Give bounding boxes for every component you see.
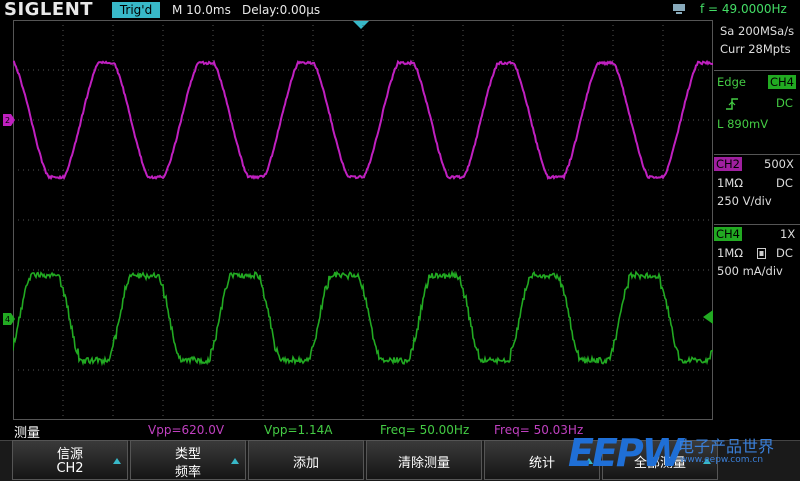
watermark-logo: EEPW (568, 431, 682, 475)
usb-icon (672, 3, 686, 15)
ch2-label: CH2 (714, 157, 742, 171)
clear-measure-button[interactable]: 清除测量 (366, 440, 482, 480)
meas-ch4-vpp: Vpp=1.14A (264, 423, 332, 437)
ch4-offset-marker[interactable]: 4 (3, 313, 15, 325)
ch4-label: CH4 (714, 227, 742, 241)
ch2-offset-marker[interactable]: 2 (3, 114, 15, 126)
up-arrow-icon (113, 458, 121, 464)
ch4-info-box[interactable]: CH4 1X 1MΩ DC 500 mA/div (714, 224, 800, 295)
info-panel: Sa 200MSa/s Curr 28Mpts Edge CH4 DC L 89… (714, 20, 800, 420)
type-button[interactable]: 类型 频率 (130, 440, 246, 480)
trigger-status-badge[interactable]: Trig'd (112, 2, 160, 18)
type-button-value: 频率 (131, 461, 245, 480)
source-button[interactable]: 信源 CH2 (12, 440, 128, 480)
ch2-impedance: 1MΩ (717, 176, 743, 190)
meas-ch2-vpp: Vpp=620.0V (148, 423, 224, 437)
ch2-probe: 500X (764, 157, 794, 171)
ch4-probe: 1X (780, 227, 795, 241)
memory-depth: Curr 28Mpts (720, 42, 791, 56)
watermark-url: www.eepw.com.cn (680, 455, 763, 465)
type-button-label: 类型 (131, 443, 245, 462)
trigger-box[interactable]: Edge CH4 DC L 890mV (714, 70, 800, 157)
timebase-readout[interactable]: M 10.0ms (172, 3, 231, 17)
trigger-level-marker[interactable] (703, 310, 713, 324)
rising-edge-icon (726, 98, 738, 110)
brand-logo: SIGLENT (4, 0, 93, 20)
current-probe-icon (757, 248, 766, 259)
measure-title: 测量 (14, 422, 40, 441)
ch2-scale: 250 V/div (717, 194, 772, 208)
acquisition-box[interactable]: Sa 200MSa/s Curr 28Mpts (714, 20, 800, 68)
meas-ch4-freq: Freq= 50.00Hz (380, 423, 469, 437)
svg-text:2: 2 (5, 116, 10, 125)
up-arrow-icon (231, 458, 239, 464)
source-button-label: 信源 (13, 443, 127, 462)
clear-measure-label: 清除测量 (367, 452, 481, 471)
ch4-scale: 500 mA/div (717, 264, 783, 278)
status-bar: SIGLENT Trig'd M 10.0ms Delay:0.00µs f =… (0, 0, 800, 20)
svg-text:4: 4 (5, 315, 10, 324)
frequency-counter: f = 49.0000Hz (700, 2, 787, 16)
eepw-watermark: EEPW 电子产品世界 www.eepw.com.cn (560, 425, 800, 480)
sample-rate: Sa 200MSa/s (720, 24, 794, 38)
add-button[interactable]: 添加 (248, 440, 364, 480)
trigger-coupling: DC (776, 96, 793, 110)
watermark-cn-text: 电子产品世界 (678, 433, 774, 457)
ch4-impedance: 1MΩ (717, 246, 743, 260)
ch4-coupling: DC (776, 246, 793, 260)
waveform-display[interactable] (13, 20, 713, 420)
ch2-coupling: DC (776, 176, 793, 190)
source-button-value: CH2 (13, 461, 127, 476)
trigger-type: Edge (717, 75, 746, 89)
trigger-level: L 890mV (717, 117, 768, 131)
add-button-label: 添加 (249, 452, 363, 471)
graticule (13, 20, 713, 420)
ch2-info-box[interactable]: CH2 500X 1MΩ DC 250 V/div (714, 154, 800, 225)
trigger-source: CH4 (768, 75, 796, 89)
delay-readout[interactable]: Delay:0.00µs (242, 3, 320, 17)
